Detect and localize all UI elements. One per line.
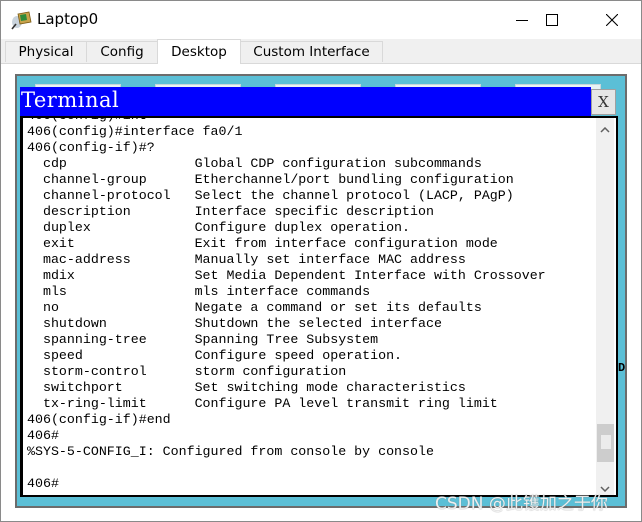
terminal-line: mls mls interface commands xyxy=(27,284,371,299)
terminal-line: speed Configure speed operation. xyxy=(27,348,403,363)
terminal-line: %SYS-5-CONFIG_I: Configured from console… xyxy=(27,444,434,459)
title-bar[interactable]: Laptop0 xyxy=(1,1,641,39)
tab-label: Physical xyxy=(18,44,74,60)
terminal-title-bar[interactable]: Terminal xyxy=(20,87,591,116)
terminal-line: 406(config)#interface fa0/1 xyxy=(27,124,243,139)
tab-physical[interactable]: Physical xyxy=(5,41,87,62)
terminal-line: no Negate a command or set its defaults xyxy=(27,300,482,315)
terminal-line: tx-ring-limit Configure PA level transmi… xyxy=(27,396,498,411)
tab-label: Custom Interface xyxy=(253,44,370,60)
terminal-line: description Interface specific descripti… xyxy=(27,204,434,219)
terminal-line: exit Exit from interface configuration m… xyxy=(27,236,498,251)
minimize-icon xyxy=(516,14,528,26)
tab-label: Desktop xyxy=(171,44,227,60)
tab-config[interactable]: Config xyxy=(86,41,158,62)
maximize-icon xyxy=(546,14,558,26)
terminal-line: mac-address Manually set interface MAC a… xyxy=(27,252,466,267)
terminal-line: cdp Global CDP configuration subcommands xyxy=(27,156,482,171)
close-window-button[interactable] xyxy=(589,1,635,39)
chevron-up-icon xyxy=(600,118,610,137)
scroll-up-button[interactable] xyxy=(596,118,614,136)
background-text-fragment: D xyxy=(618,361,626,375)
terminal-line: storm-control storm configuration xyxy=(27,364,347,379)
terminal-line: duplex Configure duplex operation. xyxy=(27,220,411,235)
terminal-line: 406# xyxy=(27,428,59,443)
scroll-thumb-grip xyxy=(601,434,611,449)
tab-label: Config xyxy=(100,44,144,60)
terminal-close-button[interactable]: X xyxy=(591,89,616,115)
terminal-line: shutdown Shutdown the selected interface xyxy=(27,316,442,331)
laptop-device-icon xyxy=(11,10,33,30)
terminal-title: Terminal xyxy=(21,88,120,112)
window-title: Laptop0 xyxy=(37,10,99,28)
terminal-line: 406(config)#int xyxy=(27,118,546,124)
terminal-scrollbar[interactable] xyxy=(596,118,614,495)
terminal-line: 406(config-if)#end xyxy=(27,412,171,427)
maximize-button[interactable] xyxy=(529,1,575,39)
terminal-line: spanning-tree Spanning Tree Subsystem xyxy=(27,332,379,347)
terminal-lines: 406(config)#int406(config)#interface fa0… xyxy=(27,118,546,492)
terminal-output[interactable]: 406(config)#int406(config)#interface fa0… xyxy=(20,116,618,497)
terminal-line: mdix Set Media Dependent Interface with … xyxy=(27,268,546,283)
close-x-label: X xyxy=(598,93,609,111)
terminal-line: channel-protocol Select the channel prot… xyxy=(27,188,514,203)
terminal-line: channel-group Etherchannel/port bundling… xyxy=(27,172,514,187)
tab-bar: Physical Config Desktop Custom Interface xyxy=(1,39,641,64)
tab-custom-interface[interactable]: Custom Interface xyxy=(240,41,383,62)
scroll-thumb[interactable] xyxy=(597,423,614,462)
watermark: CSDN @此镬加之于你 xyxy=(435,494,608,514)
terminal-line: 406(config-if)#? xyxy=(27,140,155,155)
terminal-line: switchport Set switching mode characteri… xyxy=(27,380,466,395)
tab-desktop[interactable]: Desktop xyxy=(157,39,241,64)
close-icon xyxy=(606,14,618,26)
